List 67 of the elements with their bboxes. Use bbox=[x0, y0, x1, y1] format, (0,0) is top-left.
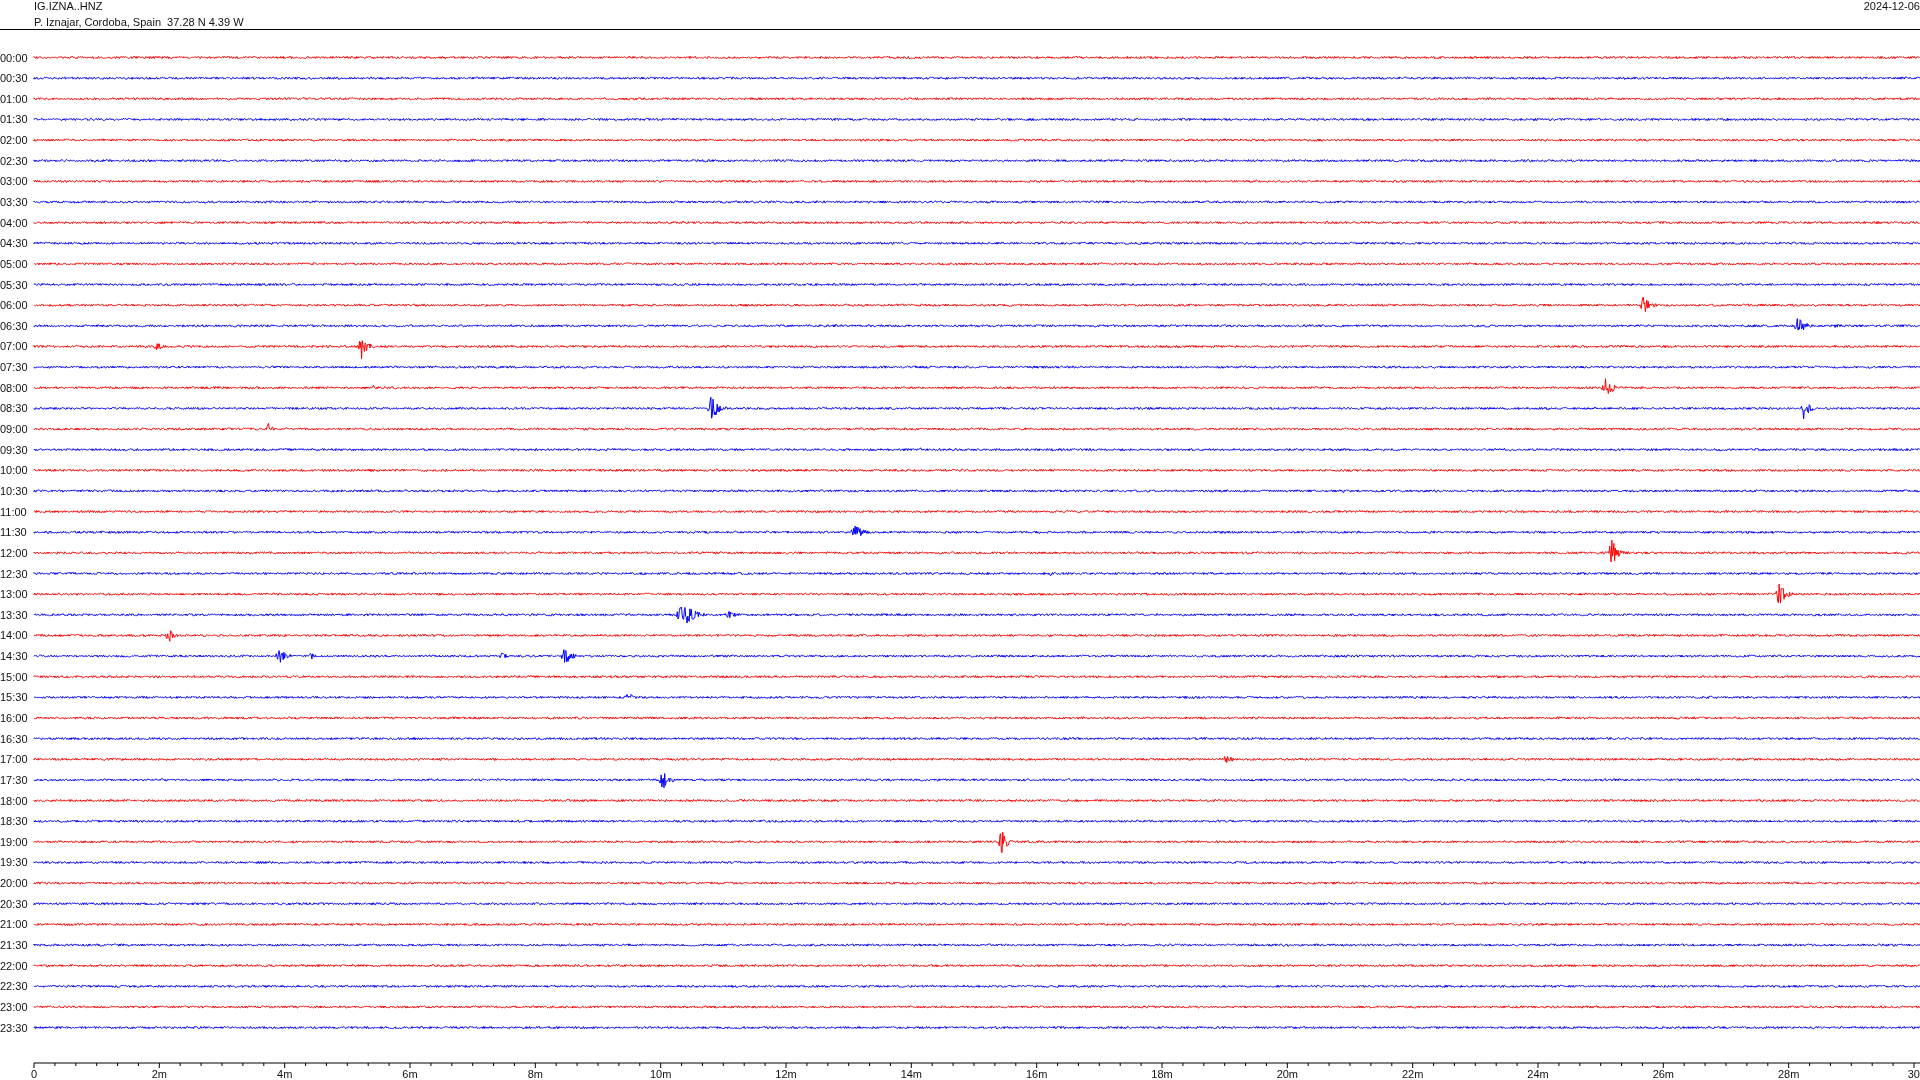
time-label: 01:00 bbox=[0, 92, 28, 105]
time-label: 00:00 bbox=[0, 51, 28, 64]
time-label: 02:00 bbox=[0, 134, 28, 147]
time-label: 14:30 bbox=[0, 650, 28, 663]
time-label: 10:00 bbox=[0, 464, 28, 477]
time-label: 15:00 bbox=[0, 670, 28, 683]
axis-label: 14m bbox=[900, 1068, 923, 1079]
time-label: 06:30 bbox=[0, 319, 28, 332]
axis-label: 0 bbox=[30, 1068, 38, 1079]
time-label: 03:30 bbox=[0, 196, 28, 208]
time-label: 07:00 bbox=[0, 340, 28, 353]
time-label: 08:00 bbox=[0, 381, 28, 394]
time-label: 11:30 bbox=[0, 526, 27, 539]
time-label: 14:00 bbox=[0, 629, 28, 642]
axis-label: 8m bbox=[527, 1068, 543, 1079]
axis-label: 22m bbox=[1401, 1068, 1424, 1079]
axis-label: 30 bbox=[1907, 1068, 1920, 1079]
time-label: 09:00 bbox=[0, 423, 28, 435]
time-label: 01:30 bbox=[0, 113, 28, 126]
date-label: 2024-12-06 bbox=[1863, 0, 1920, 12]
time-label: 23:30 bbox=[0, 1021, 28, 1034]
axis-label: 10m bbox=[649, 1068, 672, 1079]
time-label: 18:30 bbox=[0, 815, 28, 828]
time-label: 06:00 bbox=[0, 299, 28, 312]
time-label: 15:30 bbox=[0, 691, 28, 704]
time-label: 10:30 bbox=[0, 484, 28, 497]
axis-label: 20m bbox=[1276, 1068, 1299, 1079]
time-label: 21:00 bbox=[0, 918, 28, 931]
axis-label: 18m bbox=[1151, 1068, 1173, 1079]
time-label: 09:30 bbox=[0, 443, 28, 456]
time-label: 21:30 bbox=[0, 939, 28, 951]
time-label: 16:30 bbox=[0, 732, 28, 745]
time-label: 22:30 bbox=[0, 980, 28, 993]
time-label: 05:00 bbox=[0, 257, 28, 270]
time-label: 07:30 bbox=[0, 361, 28, 374]
axis-label: 2m bbox=[151, 1068, 167, 1079]
time-label: 20:30 bbox=[0, 897, 28, 910]
time-label: 12:30 bbox=[0, 567, 28, 580]
time-label: 08:30 bbox=[0, 402, 28, 415]
axis-label: 16m bbox=[1025, 1068, 1048, 1079]
time-label: 11:00 bbox=[0, 505, 27, 518]
time-label: 23:00 bbox=[0, 1000, 28, 1013]
time-label: 04:00 bbox=[0, 216, 28, 229]
time-label: 03:00 bbox=[0, 175, 28, 188]
axis-label: 28m bbox=[1777, 1068, 1800, 1079]
axis-label: 26m bbox=[1652, 1068, 1675, 1079]
time-label: 18:00 bbox=[0, 794, 28, 807]
time-label: 05:30 bbox=[0, 278, 28, 291]
station-code: IG.IZNA..HNZ bbox=[34, 0, 103, 12]
axis-label: 24m bbox=[1527, 1068, 1549, 1079]
time-label: 13:30 bbox=[0, 608, 28, 621]
time-label: 02:30 bbox=[0, 154, 28, 167]
time-label: 12:00 bbox=[0, 546, 28, 559]
time-label: 17:00 bbox=[0, 753, 28, 766]
axis-label: 12m bbox=[775, 1068, 797, 1079]
axis-label: 4m bbox=[277, 1068, 293, 1079]
time-label: 04:30 bbox=[0, 237, 28, 250]
time-label: 19:00 bbox=[0, 835, 28, 848]
time-label: 13:00 bbox=[0, 588, 28, 601]
time-label: 17:30 bbox=[0, 773, 28, 786]
axis-label: 6m bbox=[402, 1068, 418, 1079]
station-location: P. Iznajar, Cordoba, Spain 37.28 N 4.39 W bbox=[34, 16, 244, 28]
time-label: 22:00 bbox=[0, 959, 28, 972]
time-label: 19:30 bbox=[0, 856, 28, 869]
time-label: 20:00 bbox=[0, 877, 28, 890]
time-label: 00:30 bbox=[0, 72, 28, 85]
time-label: 16:00 bbox=[0, 712, 28, 724]
